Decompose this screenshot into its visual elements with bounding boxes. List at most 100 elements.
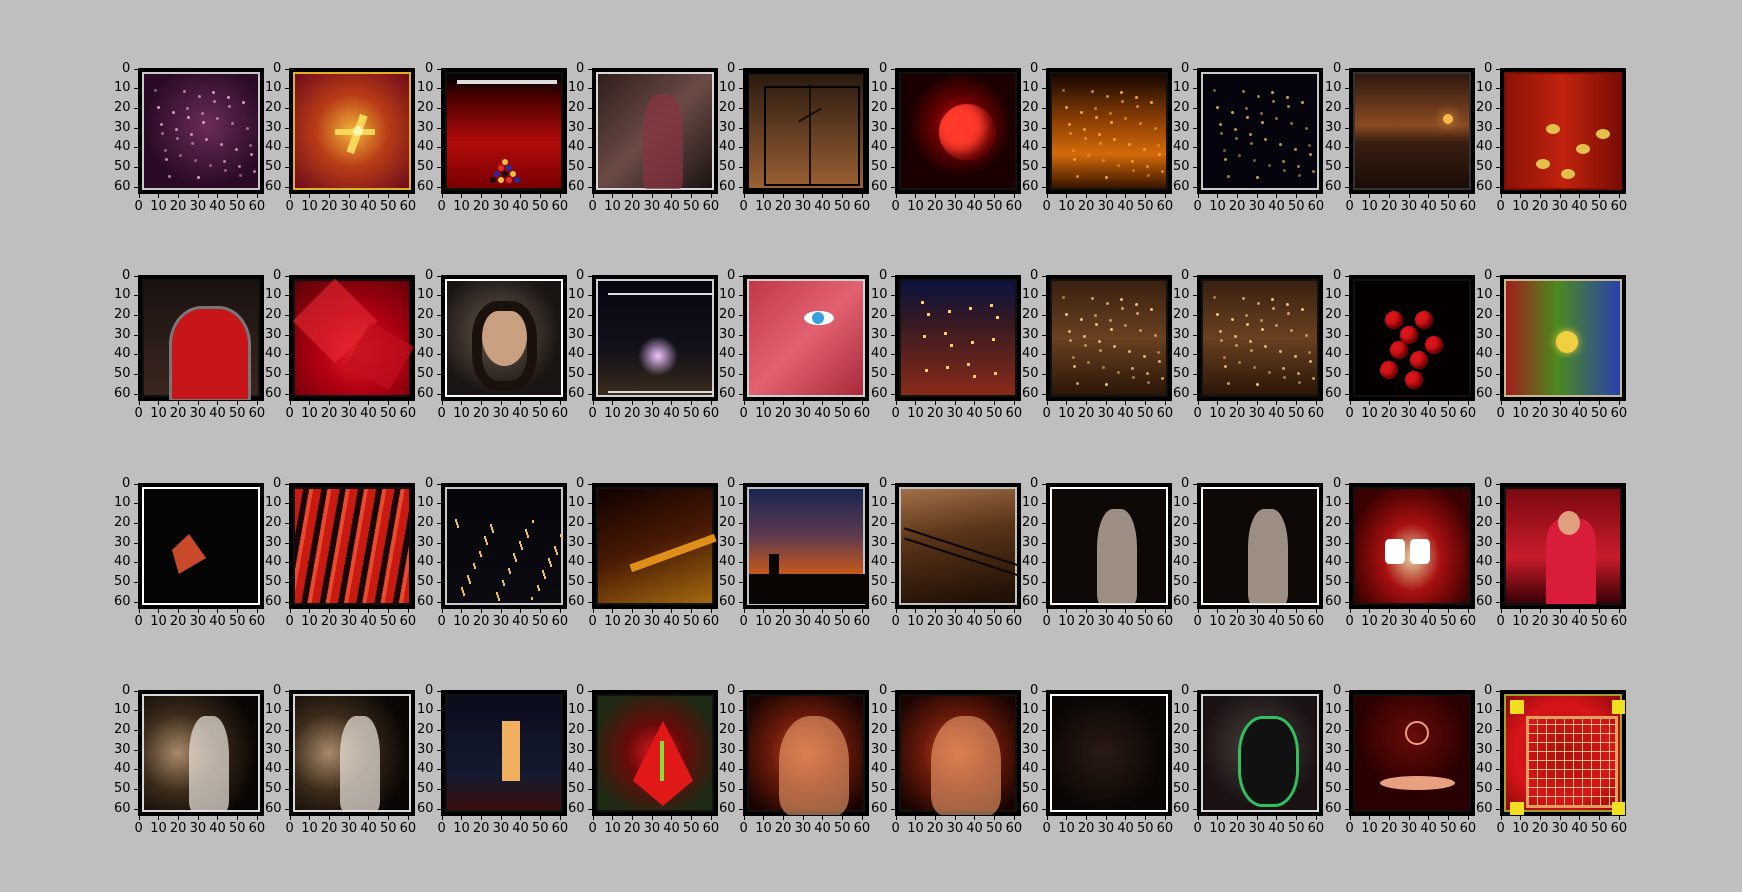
y-tick-label: 40 bbox=[568, 346, 585, 362]
image-panel bbox=[895, 483, 1021, 609]
x-tick-label: 30 bbox=[189, 199, 207, 214]
y-tick-label: 20 bbox=[114, 306, 131, 322]
x-tick-label: 0 bbox=[1042, 406, 1051, 421]
x-tick-mark bbox=[500, 609, 502, 613]
y-tick-mark bbox=[1496, 503, 1500, 505]
motif-shape bbox=[1253, 366, 1256, 369]
motif-shape bbox=[1124, 324, 1127, 327]
x-tick-label: 60 bbox=[399, 614, 417, 629]
y-tick-mark bbox=[134, 354, 138, 356]
motif-shape bbox=[1536, 159, 1550, 169]
y-tick-mark bbox=[285, 581, 289, 583]
y-tick-mark bbox=[437, 393, 441, 395]
x-tick-label: 60 bbox=[1156, 406, 1174, 421]
y-tick-label: 60 bbox=[265, 385, 282, 401]
y-tick-mark bbox=[1345, 334, 1349, 336]
image-panel bbox=[441, 68, 567, 194]
x-tick-label: 60 bbox=[551, 614, 569, 629]
y-tick-mark bbox=[1345, 483, 1349, 485]
motif-shape bbox=[1246, 323, 1249, 326]
y-tick-mark bbox=[134, 314, 138, 316]
x-tick-mark bbox=[1125, 609, 1127, 613]
y-tick-label: 50 bbox=[417, 573, 434, 589]
motif-shape bbox=[1294, 148, 1297, 151]
x-tick-label: 30 bbox=[340, 821, 358, 836]
y-tick-label: 40 bbox=[114, 346, 131, 362]
x-tick-mark bbox=[631, 194, 633, 198]
y-tick-label: 60 bbox=[1022, 385, 1039, 401]
y-tick-label: 40 bbox=[1476, 554, 1493, 570]
motif-shape bbox=[1227, 175, 1230, 178]
x-tick-mark bbox=[1369, 401, 1371, 405]
x-tick-label: 60 bbox=[1005, 821, 1023, 836]
motif-shape bbox=[1128, 350, 1131, 353]
motif-shape bbox=[1443, 114, 1453, 124]
panel-motif bbox=[447, 696, 561, 810]
y-tick-label: 30 bbox=[417, 741, 434, 757]
motif-shape bbox=[1294, 355, 1297, 358]
x-tick-label: 30 bbox=[492, 199, 510, 214]
y-tick-mark bbox=[1193, 127, 1197, 129]
motif-shape bbox=[1297, 165, 1300, 168]
x-tick-mark bbox=[993, 816, 995, 820]
x-tick-mark bbox=[1105, 816, 1107, 820]
x-tick-mark bbox=[1046, 194, 1048, 198]
y-tick-mark bbox=[1042, 769, 1046, 771]
x-tick-label: 60 bbox=[853, 614, 871, 629]
y-tick-mark bbox=[437, 354, 441, 356]
y-tick-mark bbox=[285, 749, 289, 751]
y-tick-label: 10 bbox=[1325, 287, 1342, 303]
x-tick-mark bbox=[1579, 609, 1581, 613]
motif-shape bbox=[1312, 377, 1315, 380]
y-tick-mark bbox=[1042, 483, 1046, 485]
y-tick-label: 20 bbox=[1325, 514, 1342, 530]
y-tick-label: 0 bbox=[1333, 682, 1342, 698]
y-tick-label: 30 bbox=[1476, 326, 1493, 342]
y-tick-label: 60 bbox=[417, 178, 434, 194]
y-tick-label: 0 bbox=[1484, 682, 1493, 698]
y-tick-mark bbox=[1496, 749, 1500, 751]
x-tick-label: 50 bbox=[1136, 199, 1154, 214]
panel-motif bbox=[1355, 489, 1469, 603]
x-tick-label: 20 bbox=[1531, 821, 1549, 836]
y-tick-mark bbox=[437, 749, 441, 751]
motif-shape bbox=[176, 137, 179, 140]
x-tick-mark bbox=[782, 401, 784, 405]
y-tick-label: 60 bbox=[1476, 385, 1493, 401]
y-tick-label: 30 bbox=[1325, 741, 1342, 757]
y-tick-mark bbox=[437, 542, 441, 544]
x-tick-label: 0 bbox=[1496, 614, 1505, 629]
motif-shape bbox=[154, 89, 157, 92]
y-tick-mark bbox=[891, 393, 895, 395]
y-tick-mark bbox=[1345, 690, 1349, 692]
image-panel bbox=[1500, 483, 1626, 609]
y-tick-label: 60 bbox=[1022, 593, 1039, 609]
x-tick-mark bbox=[592, 194, 594, 198]
panel-image bbox=[292, 278, 414, 397]
y-tick-label: 50 bbox=[265, 158, 282, 174]
image-panel bbox=[441, 275, 567, 401]
motif-shape bbox=[1257, 302, 1260, 305]
x-tick-label: 40 bbox=[209, 821, 226, 836]
x-tick-label: 50 bbox=[228, 821, 246, 836]
y-tick-mark bbox=[739, 562, 743, 564]
y-tick-mark bbox=[1193, 581, 1197, 583]
x-tick-label: 10 bbox=[1058, 821, 1075, 836]
motif-shape bbox=[1410, 539, 1430, 564]
y-tick-label: 40 bbox=[417, 346, 434, 362]
motif-shape bbox=[927, 313, 930, 316]
x-tick-label: 60 bbox=[702, 821, 720, 836]
x-tick-mark bbox=[368, 816, 370, 820]
x-tick-mark bbox=[802, 401, 804, 405]
y-tick-mark bbox=[1042, 749, 1046, 751]
x-tick-mark bbox=[1013, 401, 1015, 405]
motif-shape bbox=[469, 581, 471, 584]
y-tick-label: 60 bbox=[1325, 178, 1342, 194]
y-tick-label: 40 bbox=[114, 554, 131, 570]
y-tick-mark bbox=[1193, 483, 1197, 485]
x-tick-mark bbox=[461, 609, 463, 613]
y-tick-label: 60 bbox=[1173, 593, 1190, 609]
panel-motif bbox=[1203, 74, 1317, 188]
y-tick-mark bbox=[134, 690, 138, 692]
x-tick-mark bbox=[915, 816, 917, 820]
